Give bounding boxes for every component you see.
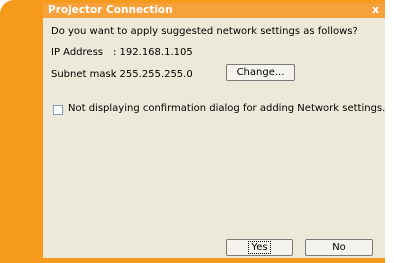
yes-button[interactable]: Yes <box>226 239 293 256</box>
close-icon[interactable]: x <box>370 4 381 16</box>
no-button[interactable]: No <box>305 239 373 256</box>
ip-address-label: IP Address <box>51 47 103 58</box>
change-button-label: Change... <box>236 67 285 78</box>
confirmation-checkbox[interactable] <box>53 105 63 115</box>
title-bar[interactable]: Projector Connection x <box>43 3 385 18</box>
confirmation-checkbox-label[interactable]: Not displaying confirmation dialog for a… <box>68 103 385 114</box>
prompt-text: Do you want to apply suggested network s… <box>51 26 358 37</box>
subnet-mask-value: : 255.255.255.0 <box>113 69 193 80</box>
dialog-body: Do you want to apply suggested network s… <box>43 18 385 258</box>
yes-button-label: Yes <box>248 241 271 254</box>
window-title: Projector Connection <box>48 4 173 16</box>
subnet-mask-label: Subnet mask <box>51 69 117 80</box>
change-button[interactable]: Change... <box>226 64 295 81</box>
no-button-label: No <box>332 242 346 253</box>
frame-edge <box>385 0 394 263</box>
ip-address-value: : 192.168.1.105 <box>113 47 193 58</box>
